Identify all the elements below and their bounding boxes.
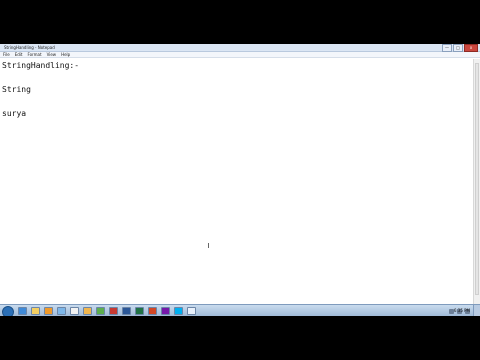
- menu-view[interactable]: View: [47, 52, 57, 57]
- desktop-screen: StringHandling - Notepad — □ x File Edit…: [0, 44, 480, 316]
- excel-icon[interactable]: [135, 307, 144, 315]
- text-cursor: [208, 243, 211, 248]
- taskbar-clock[interactable]: 6:35 PM: [454, 306, 470, 316]
- minimize-button[interactable]: —: [442, 44, 452, 52]
- folder-icon[interactable]: [83, 307, 92, 315]
- onenote-icon[interactable]: [161, 307, 170, 315]
- close-button[interactable]: x: [464, 44, 478, 52]
- menu-help[interactable]: Help: [61, 52, 70, 57]
- ie-icon[interactable]: [18, 307, 27, 315]
- menu-file[interactable]: File: [3, 52, 10, 57]
- acrobat-icon[interactable]: [109, 307, 118, 315]
- window-titlebar[interactable]: StringHandling - Notepad — □ x: [0, 44, 480, 52]
- maximize-button[interactable]: □: [453, 44, 463, 52]
- notepad-icon[interactable]: [70, 307, 79, 315]
- powerpoint-icon[interactable]: [148, 307, 157, 315]
- paint-icon[interactable]: [57, 307, 66, 315]
- editor-line: surya: [2, 109, 27, 118]
- menu-edit[interactable]: Edit: [15, 52, 23, 57]
- media-player-icon[interactable]: [44, 307, 53, 315]
- editor-line: String: [2, 85, 31, 94]
- menu-bar: File Edit Format View Help: [0, 52, 480, 58]
- scrollbar-thumb[interactable]: [475, 63, 479, 295]
- text-editor-area[interactable]: StringHandling:- String surya: [0, 59, 474, 304]
- word-icon[interactable]: [122, 307, 131, 315]
- taskbar: 6:35 PM: [0, 304, 480, 316]
- notepad-active-icon[interactable]: [187, 307, 196, 315]
- chrome-icon[interactable]: [96, 307, 105, 315]
- show-desktop-button[interactable]: [473, 305, 480, 316]
- explorer-icon[interactable]: [31, 307, 40, 315]
- window-title: StringHandling - Notepad: [4, 45, 55, 50]
- window-controls: — □ x: [442, 44, 478, 52]
- editor-line: StringHandling:-: [2, 61, 80, 70]
- skype-icon[interactable]: [174, 307, 183, 315]
- menu-format[interactable]: Format: [27, 52, 41, 57]
- vertical-scrollbar[interactable]: [473, 59, 480, 304]
- start-button[interactable]: [2, 306, 14, 316]
